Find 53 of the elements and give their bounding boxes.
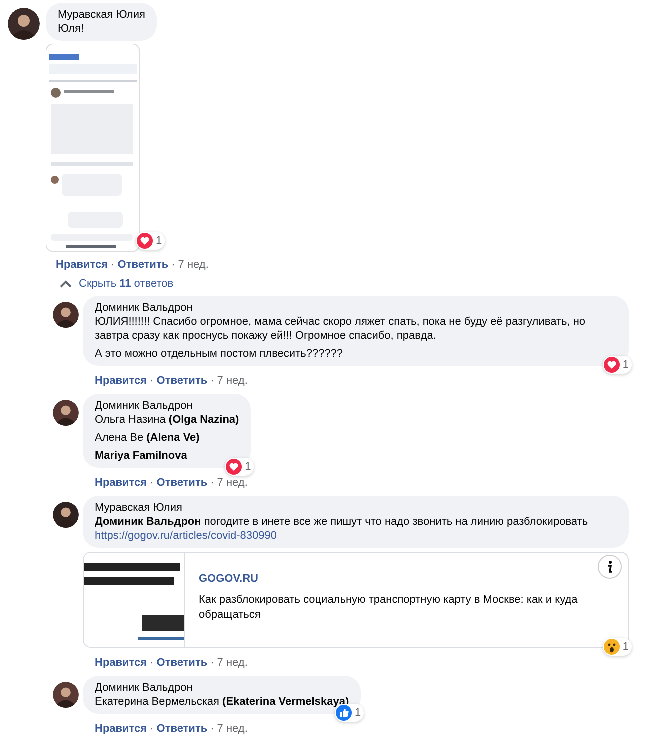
author-name[interactable]: Муравская Юлия [58,8,146,22]
comment-text: Mariya Familnova [95,449,188,463]
separator-dot: · [110,259,116,271]
timestamp: 7 нед. [217,375,248,387]
like-link[interactable]: Нравится [95,477,148,489]
avatar [8,8,40,40]
reaction-count[interactable]: 1 [136,232,166,250]
separator-dot: · [210,375,216,387]
author-name[interactable]: Муравская Юлия [95,501,617,515]
separator-dot: · [149,657,155,669]
timestamp: 7 нед. [217,477,248,489]
url-link[interactable]: https://gogov.ru/articles/covid-830990 [95,529,617,543]
chevron-up-icon [60,280,72,288]
avatar [53,502,79,528]
timestamp: 7 нед. [178,259,209,271]
separator-dot: · [170,259,176,271]
separator-dot: · [149,375,155,387]
reaction-count[interactable]: 1 [225,458,254,476]
comment-text: А это можно отдельным постом плвесить?????? [95,347,344,361]
avatar [53,400,79,426]
timestamp: 7 нед. [217,657,248,669]
comment-text: ЮЛИЯ!!!!!!! Спасибо огромное, мама сейчас скоро ляжет спать, пока не буду её разгуливать, но завтра сразу как проснусь покажу ей!!! Огромное спасибо, правда. [95,315,587,343]
separator-dot: · [210,657,216,669]
comment-text: Ольга Назина (Olga Nazina) [95,413,240,427]
like-link[interactable]: Нравится [95,657,148,669]
reply-link[interactable]: Ответить [156,375,208,387]
hide-replies-link[interactable]: Скрыть 11 ответов [60,278,638,290]
separator-dot: · [149,477,155,489]
reaction-count[interactable]: 1 [602,638,632,656]
info-icon [607,561,613,573]
preview-title: Как разблокировать социальную транспортную карту в Москве: как и куда обращаться [199,593,579,623]
avatar [53,302,79,328]
reaction-count[interactable]: 1 [602,356,632,374]
comment-text: Юля! [58,22,86,36]
separator-dot: · [210,723,216,735]
like-link[interactable]: Нравится [95,375,148,387]
separator-dot: · [149,723,155,735]
avatar [53,682,79,708]
reply-link[interactable]: Ответить [118,259,169,271]
comment-text: Доминик Вальдрон погодите в инете все же пишут что надо звонить на линию разблокировать [95,515,590,529]
preview-domain: GOGOV.RU [199,573,260,585]
author-name[interactable]: Доминик Вальдрон [95,399,240,413]
reply-link[interactable]: Ответить [156,723,208,735]
timestamp: 7 нед. [217,723,248,735]
author-name[interactable]: Доминик Вальдрон [95,681,350,695]
separator-dot: · [210,477,216,489]
like-link[interactable]: Нравится [95,723,148,735]
reply-link[interactable]: Ответить [156,477,208,489]
author-name[interactable]: Доминик Вальдрон [95,301,617,315]
info-button[interactable] [598,555,622,579]
comment-text: Алена Ве (Alena Ve) [95,431,201,445]
reply-link[interactable]: Ответить [156,657,208,669]
like-link[interactable]: Нравится [56,259,108,271]
